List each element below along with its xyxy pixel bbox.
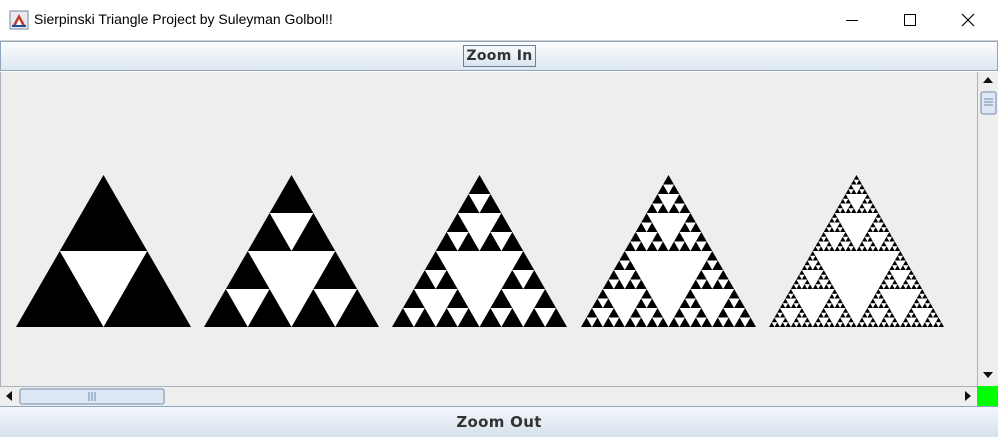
zoom-in-button[interactable]: Zoom In [463,45,536,67]
sierpinski-triangle [16,175,191,327]
close-button[interactable] [945,0,991,40]
sierpinski-canvas [16,175,944,327]
minimize-icon [846,20,858,21]
sierpinski-triangle [392,175,567,327]
close-icon [961,13,975,27]
title-bar: Sierpinski Triangle Project by Suleyman … [0,0,998,41]
scroll-right-arrow-icon[interactable] [965,391,971,401]
zoom-out-button[interactable]: Zoom Out [0,406,998,437]
sierpinski-triangle [581,175,756,327]
maximize-icon [904,14,916,26]
vertical-scroll-track[interactable] [982,90,995,368]
scroll-corner [977,386,998,406]
maximize-button[interactable] [887,0,933,40]
sierpinski-triangle [769,175,944,327]
window-title: Sierpinski Triangle Project by Suleyman … [34,11,333,27]
sierpinski-triangle [204,175,379,327]
drawing-canvas [0,72,977,386]
horizontal-scrollbar-graphic [6,388,971,405]
scroll-up-arrow-icon[interactable] [983,77,993,83]
scroll-down-arrow-icon[interactable] [983,372,993,378]
vertical-scrollbar[interactable] [977,72,998,386]
vertical-scrollbar-graphic [980,77,997,378]
zoom-in-bar: Zoom In [0,41,998,71]
scroll-left-arrow-icon[interactable] [6,391,12,401]
java-cup-icon [9,10,29,30]
horizontal-scrollbar[interactable] [0,386,977,406]
vertical-scroll-thumb[interactable] [980,91,997,115]
minimize-button[interactable] [829,0,875,40]
